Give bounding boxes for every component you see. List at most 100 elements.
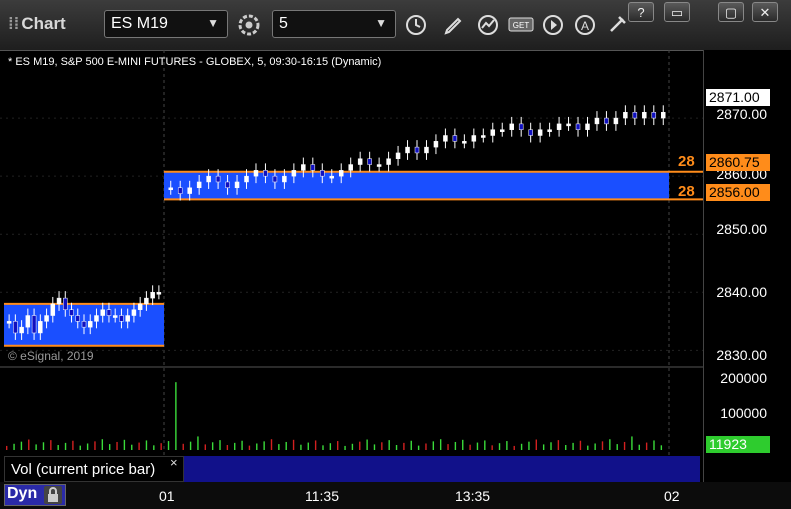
candle-body <box>168 187 173 191</box>
gear-icon[interactable] <box>234 10 264 40</box>
candle-body <box>357 158 363 165</box>
candle-body <box>263 170 268 177</box>
candle-body <box>100 309 105 316</box>
candle-body <box>6 321 12 324</box>
volume-bar <box>189 441 192 450</box>
candle-body <box>291 170 297 177</box>
volume-bar <box>653 440 655 450</box>
candle-body <box>50 303 56 316</box>
volume-bar <box>219 440 221 450</box>
volume-bar <box>432 441 435 450</box>
zone-upper-tag: 2860.75 <box>706 154 770 171</box>
pencil-icon[interactable] <box>439 10 469 40</box>
candle-body <box>119 315 124 322</box>
volume-axis-label: 100000 <box>720 405 767 421</box>
alert-icon[interactable]: A <box>570 10 600 40</box>
symbol-dropdown[interactable]: ES M19 ▼ <box>104 10 228 38</box>
volume-bar <box>572 442 574 450</box>
candle-body <box>206 175 211 183</box>
zone-upper-label: 28 <box>678 153 695 170</box>
candle-body <box>471 135 477 142</box>
volume-bar <box>20 441 23 450</box>
lock-icon[interactable] <box>44 486 62 504</box>
candle-body <box>125 315 130 322</box>
volume-bar <box>631 436 633 450</box>
candle-body <box>81 321 87 328</box>
volume-bar <box>498 443 501 450</box>
candle-body <box>329 175 335 179</box>
candle-body <box>63 297 68 310</box>
candle-body <box>490 129 496 136</box>
grip-icon[interactable]: ⁞⁞ <box>8 14 19 33</box>
candle-body <box>623 112 628 119</box>
chevron-down-icon: ▼ <box>207 16 219 30</box>
svg-text:A: A <box>581 19 589 33</box>
maximize-button[interactable]: ▢ <box>718 2 744 22</box>
candle-body <box>253 170 259 177</box>
zone-lower-label: 28 <box>678 183 695 200</box>
help-button[interactable]: ? <box>628 2 654 22</box>
volume-panel-strip <box>184 456 700 482</box>
candle-body <box>424 146 429 154</box>
candle-body <box>499 129 505 132</box>
clock-icon[interactable] <box>401 10 431 40</box>
volume-bar <box>550 442 552 450</box>
volume-panel-title[interactable]: Vol (current price bar) <box>4 456 184 482</box>
close-icon[interactable]: × <box>170 455 178 470</box>
volume-bar <box>123 439 126 450</box>
volume-bar <box>609 439 611 450</box>
volume-bar <box>403 442 405 450</box>
candle-body <box>310 164 316 171</box>
candle-body <box>566 123 571 127</box>
volume-bar <box>248 445 251 450</box>
volume-bar <box>337 441 339 450</box>
volume-bar <box>638 444 640 450</box>
volume-bar <box>410 440 412 450</box>
candle-body <box>56 297 62 305</box>
candle-body <box>414 146 420 154</box>
volume-bar <box>542 444 545 450</box>
zone-lower-tag: 2856.00 <box>706 184 770 201</box>
candle-body <box>272 175 278 183</box>
volume-bar <box>623 441 626 450</box>
get-icon[interactable]: GET <box>506 10 536 40</box>
volume-bar <box>28 439 30 450</box>
chart-legend: * ES M19, S&P 500 E-MINI FUTURES - GLOBE… <box>8 56 382 68</box>
interval-value: 5 <box>279 15 288 32</box>
volume-bar <box>469 444 471 450</box>
volume-bar <box>50 440 52 450</box>
close-button[interactable]: ✕ <box>752 2 778 22</box>
candle-body <box>632 112 638 119</box>
volume-bar <box>491 445 493 450</box>
volume-bar <box>528 441 530 450</box>
time-axis-label: 13:35 <box>455 488 491 504</box>
candle-body <box>613 117 619 125</box>
volume-bar <box>513 445 515 450</box>
volume-bar <box>204 444 206 450</box>
candle-body <box>282 175 287 183</box>
volume-bar <box>145 440 148 450</box>
price-chart[interactable] <box>0 50 703 500</box>
volume-bar <box>484 440 486 450</box>
volume-bar <box>388 440 390 450</box>
candle-body <box>131 309 137 316</box>
volume-bar <box>138 442 140 450</box>
volume-bar <box>447 444 449 450</box>
candle-body <box>244 175 249 183</box>
candle-body <box>94 315 99 322</box>
minimize-button[interactable]: ▭ <box>664 2 690 22</box>
volume-bar <box>42 442 45 450</box>
volume-bar <box>535 439 537 450</box>
play-icon[interactable] <box>538 10 568 40</box>
volume-bar <box>300 444 302 450</box>
candle-body <box>509 123 514 130</box>
volume-bar <box>587 445 589 450</box>
candle-body <box>556 123 562 130</box>
volume-bar <box>395 445 398 450</box>
study-icon[interactable] <box>473 10 503 40</box>
volume-bar <box>307 442 309 450</box>
volume-bar <box>211 442 214 450</box>
candle-body <box>112 315 118 318</box>
volume-bar <box>439 439 442 450</box>
interval-dropdown[interactable]: 5 ▼ <box>272 10 396 38</box>
